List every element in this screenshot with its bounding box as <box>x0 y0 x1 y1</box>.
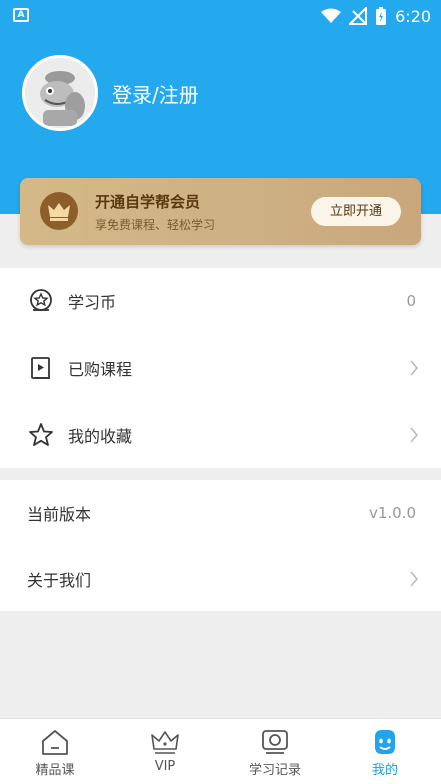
vip-crown-badge <box>40 192 78 230</box>
coin-balance: 0 <box>406 292 416 310</box>
login-register-link[interactable]: 登录/注册 <box>112 79 199 108</box>
status-indicators: 6:20 <box>321 4 431 28</box>
menu-item-label: 我的收藏 <box>68 427 133 446</box>
menu-section-app: 当前版本 v1.0.0 关于我们 <box>0 480 441 611</box>
record-icon <box>262 730 288 754</box>
avatar-image <box>25 58 95 128</box>
signal-icon <box>349 7 368 25</box>
coin-icon <box>30 289 52 311</box>
home-icon <box>42 730 68 755</box>
chevron-right-icon <box>410 360 419 376</box>
vip-membership-card[interactable]: 开通自学帮会员 享免费课程、轻松学习 立即开通 <box>20 178 421 245</box>
crown-icon <box>151 731 179 754</box>
menu-item-label: 当前版本 <box>27 505 92 524</box>
tab-study-records[interactable]: 学习记录 <box>220 719 330 784</box>
profile-row[interactable]: 登录/注册 <box>22 55 199 131</box>
tab-label: VIP <box>154 759 176 774</box>
tab-mine[interactable]: 我的 <box>330 719 440 784</box>
vip-title: 开通自学帮会员 <box>95 193 201 211</box>
avatar[interactable] <box>22 55 98 131</box>
tab-vip[interactable]: VIP <box>110 719 220 784</box>
tab-featured-courses[interactable]: 精品课 <box>0 719 110 784</box>
wifi-icon <box>321 8 342 23</box>
tab-label: 我的 <box>371 763 398 778</box>
menu-item-label: 已购课程 <box>68 360 133 379</box>
vip-subtitle: 享免费课程、轻松学习 <box>95 218 216 232</box>
bottom-tab-bar: 精品课 VIP 学习记录 我的 <box>0 718 441 784</box>
crown-icon <box>48 203 70 221</box>
menu-item-favorites[interactable]: 我的收藏 <box>0 402 441 468</box>
menu-item-coins[interactable]: 学习币 0 <box>0 268 441 334</box>
star-icon <box>29 423 53 446</box>
chevron-right-icon <box>410 571 419 587</box>
menu-item-label: 学习币 <box>68 293 117 312</box>
menu-item-label: 关于我们 <box>27 571 92 590</box>
menu-item-about-us[interactable]: 关于我们 <box>0 546 441 612</box>
smile-icon <box>375 730 395 754</box>
status-bar: A 6:20 <box>0 0 441 32</box>
menu-item-version: 当前版本 v1.0.0 <box>0 480 441 546</box>
app-notification-icon: A <box>13 8 29 22</box>
tab-label: 精品课 <box>35 763 75 778</box>
menu-item-purchased-courses[interactable]: 已购课程 <box>0 335 441 401</box>
version-number: v1.0.0 <box>368 504 416 522</box>
chevron-right-icon <box>410 427 419 443</box>
menu-section-account: 学习币 0 已购课程 我的收藏 <box>0 268 441 468</box>
clock: 6:20 <box>395 6 431 26</box>
book-icon <box>31 357 50 379</box>
open-vip-button[interactable]: 立即开通 <box>311 197 401 226</box>
battery-icon <box>376 7 387 25</box>
tab-label: 学习记录 <box>248 763 301 778</box>
